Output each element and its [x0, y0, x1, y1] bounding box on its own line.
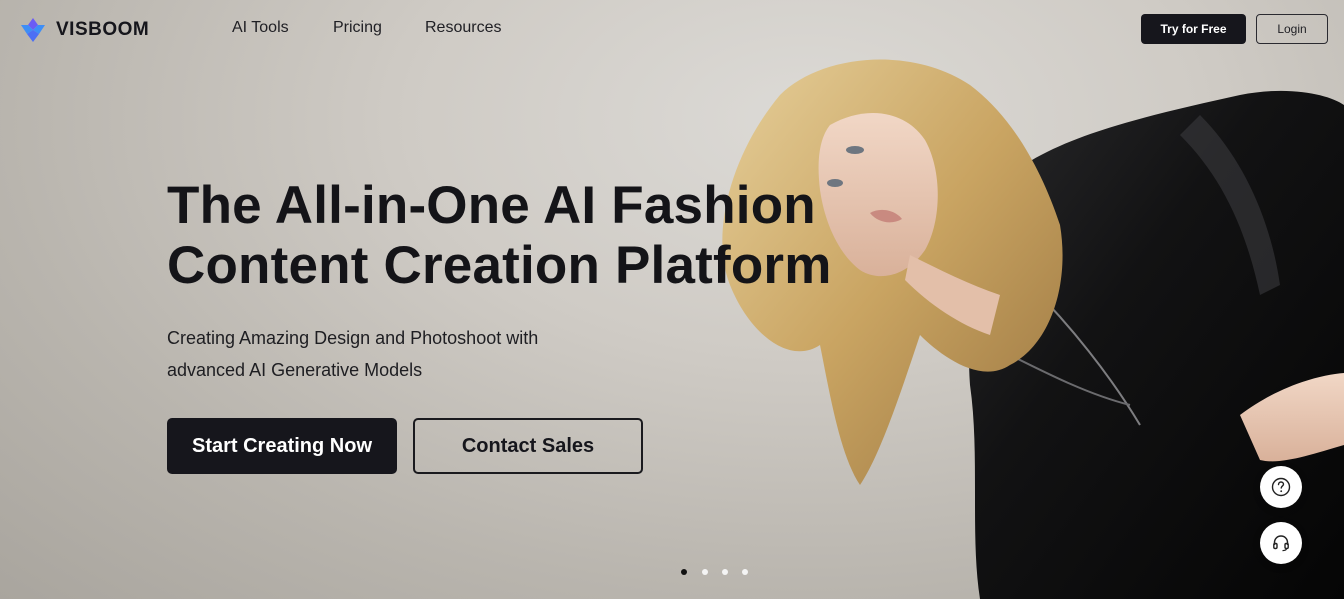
carousel-dot-2[interactable] [702, 569, 708, 575]
carousel-dot-1[interactable] [681, 569, 687, 575]
nav-pricing[interactable]: Pricing [333, 19, 382, 37]
support-button[interactable] [1260, 522, 1302, 564]
headline-line-1: The All-in-One AI Fashion [167, 176, 816, 235]
headline-line-2: Content Creation Platform [167, 236, 832, 295]
hero-model-image [722, 59, 1344, 599]
nav-ai-tools[interactable]: AI Tools [232, 19, 289, 37]
hero-subtitle: Creating Amazing Design and Photoshoot w… [167, 322, 667, 386]
try-for-free-button[interactable]: Try for Free [1141, 14, 1246, 44]
hero-section: VISBOOM AI Tools Pricing Resources Try f… [0, 0, 1344, 599]
question-icon [1271, 477, 1291, 497]
start-creating-button[interactable]: Start Creating Now [167, 418, 397, 474]
subtitle-line-1: Creating Amazing Design and Photoshoot w… [167, 328, 539, 348]
top-navbar: VISBOOM AI Tools Pricing Resources Try f… [0, 0, 1344, 58]
carousel-dot-4[interactable] [742, 569, 748, 575]
brand-logo[interactable]: VISBOOM [18, 16, 149, 44]
subtitle-line-2: advanced AI Generative Models [167, 360, 423, 380]
carousel-dot-3[interactable] [722, 569, 728, 575]
headset-icon [1273, 535, 1289, 552]
contact-sales-button[interactable]: Contact Sales [413, 418, 643, 474]
hero-headline: The All-in-One AI Fashion Content Creati… [167, 176, 927, 296]
brand-name: VISBOOM [56, 19, 150, 40]
nav-resources[interactable]: Resources [425, 19, 501, 37]
visboom-logo-icon [21, 18, 45, 42]
login-button[interactable]: Login [1256, 14, 1328, 44]
help-button[interactable] [1260, 466, 1302, 508]
